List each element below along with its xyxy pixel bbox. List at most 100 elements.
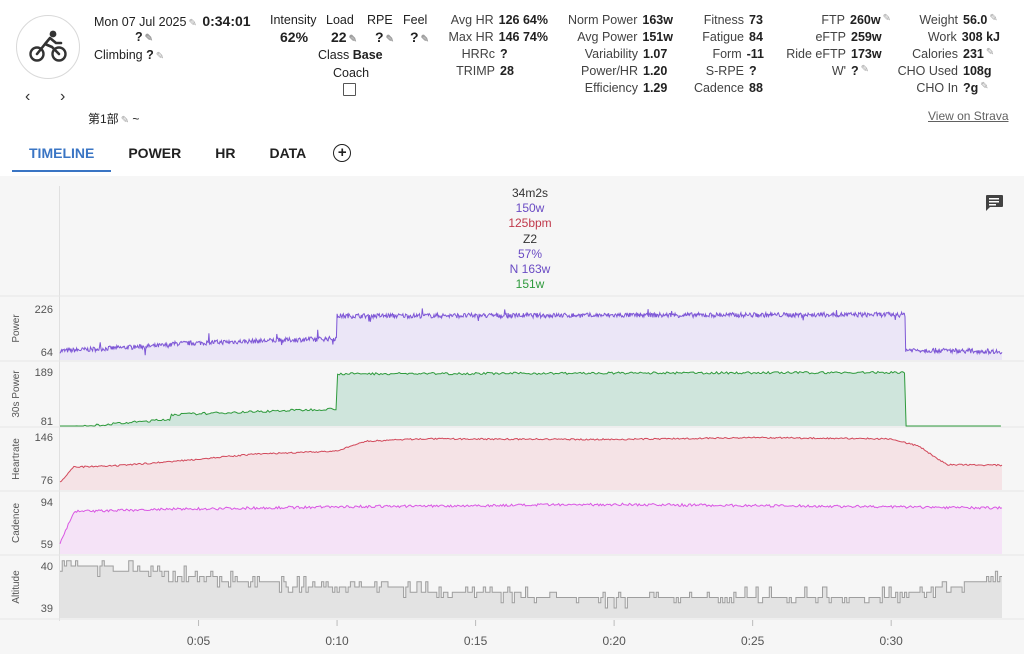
activity-duration: 0:34:01 (202, 13, 251, 29)
load-value[interactable]: 22 ✎ (331, 29, 357, 45)
climbing-label: Climbing (94, 48, 143, 62)
tab-timeline[interactable]: TIMELINE (12, 136, 112, 172)
stat-value: 56.0 (963, 13, 988, 27)
stat-value: ? (500, 47, 508, 61)
edit-name-pencil-icon[interactable]: ✎ (145, 33, 153, 44)
tab-power[interactable]: POWER (111, 136, 198, 170)
y-tick-label: 94 (41, 497, 53, 509)
stat-value: 260w (850, 13, 881, 27)
add-tab-plus-icon[interactable]: + (333, 144, 352, 162)
stat-row: Efficiency 1.29 (550, 81, 673, 95)
stat-value: 146 74% (498, 30, 548, 44)
edit-load-pencil-icon[interactable]: ✎ (349, 34, 357, 45)
next-activity-button[interactable]: › (60, 88, 65, 106)
stat-label: Power/HR (581, 64, 638, 78)
stat-label: S-RPE (705, 64, 744, 78)
stat-value: 173w (851, 47, 882, 61)
y-tick-label: 189 (35, 367, 53, 379)
stat-label: FTP (821, 13, 846, 27)
stat-row: Max HR 146 74% (420, 30, 548, 44)
stat-label: TRIMP (456, 64, 495, 78)
edit-climbing-pencil-icon[interactable]: ✎ (156, 51, 164, 62)
activity-tabs: TIMELINE POWER HR DATA + (12, 136, 352, 172)
activity-name[interactable]: ? ✎ (135, 30, 153, 44)
edit-pencil-icon[interactable]: ✎ (980, 81, 988, 95)
rpe-value[interactable]: ? ✎ (375, 29, 394, 45)
series-area-0 (60, 308, 1002, 360)
edit-date-pencil-icon[interactable]: ✎ (188, 18, 196, 29)
y-tick-label: 76 (41, 475, 53, 487)
y-axis-label: 30s Power (11, 370, 22, 418)
edit-pencil-icon[interactable]: ✎ (861, 64, 869, 78)
intensity-label: Intensity (270, 13, 317, 27)
stat-value: ? (749, 64, 757, 78)
stat-row: Fitness 73 (672, 13, 764, 27)
activity-date-row: Mon 07 Jul 2025 ✎ 0:34:01 (94, 13, 251, 29)
stat-row: Variability 1.07 (550, 47, 673, 61)
y-tick-label: 81 (41, 416, 53, 428)
stat-row: FTP 260w ✎ (764, 13, 891, 27)
y-tick-label: 226 (35, 304, 53, 316)
x-tick-label: 0:10 (325, 634, 349, 648)
stat-label: Max HR (448, 30, 494, 44)
series-area-1 (60, 371, 1002, 426)
stat-value: 259w (851, 30, 882, 44)
tab-data[interactable]: DATA (252, 136, 323, 170)
y-axis-label: Altitude (11, 570, 22, 604)
stat-row: CHO Used 108g (890, 64, 1000, 78)
stat-value: 88 (749, 81, 763, 95)
series-area-2 (60, 436, 1002, 490)
stat-row: W'? ✎ (764, 64, 891, 78)
stat-row: HRRc? (420, 47, 548, 61)
activity-date[interactable]: Mon 07 Jul 2025 (94, 15, 186, 29)
stat-label: Ride eFTP (786, 47, 846, 61)
stat-row: Norm Power 163w (550, 13, 673, 27)
stat-value: 1.07 (643, 47, 668, 61)
climbing-value[interactable]: ? (146, 48, 154, 62)
stat-value: ? (851, 64, 859, 78)
x-tick-label: 0:05 (187, 634, 211, 648)
stat-label: Fatigue (702, 30, 744, 44)
stat-value: 28 (500, 64, 514, 78)
edit-description-pencil-icon[interactable]: ✎ (121, 115, 129, 126)
stat-row: Power/HR 1.20 (550, 64, 673, 78)
x-tick-label: 0:15 (464, 634, 488, 648)
stat-row: S-RPE? (672, 64, 764, 78)
stat-row: TRIMP 28 (420, 64, 548, 78)
y-tick-label: 59 (41, 539, 53, 551)
stat-value: 73 (749, 13, 763, 27)
stat-value: 1.29 (643, 81, 668, 95)
stat-label: Weight (919, 13, 958, 27)
x-tick-label: 0:25 (741, 634, 765, 648)
stat-row: Calories 231 ✎ (890, 47, 1000, 61)
stat-label: eFTP (815, 30, 846, 44)
stat-value: 126 64% (498, 13, 548, 27)
stat-label: Form (712, 47, 742, 61)
coach-label: Coach (333, 66, 370, 80)
stat-label: Cadence (693, 81, 744, 95)
stat-row: Fatigue 84 (672, 30, 764, 44)
stat-label: Work (927, 30, 957, 44)
series-area-4 (60, 560, 1002, 618)
coach-checkbox[interactable] (343, 83, 356, 96)
activity-description[interactable]: 第1部 ✎ ~ (88, 110, 139, 127)
edit-pencil-icon[interactable]: ✎ (986, 47, 994, 61)
stat-value: -11 (746, 47, 764, 61)
tab-hr[interactable]: HR (198, 136, 252, 170)
stat-label: Avg Power (577, 30, 638, 44)
view-on-strava-link[interactable]: View on Strava (928, 109, 1009, 123)
stat-row: eFTP 259w (764, 30, 891, 44)
edit-pencil-icon[interactable]: ✎ (989, 13, 997, 27)
edit-rpe-pencil-icon[interactable]: ✎ (386, 34, 394, 45)
x-tick-label: 0:30 (879, 634, 903, 648)
stat-value: 308 kJ (961, 30, 1000, 44)
stat-label: Variability (584, 47, 638, 61)
stat-label: Efficiency (584, 81, 638, 95)
stat-label: W' (831, 64, 846, 78)
previous-activity-button[interactable]: ‹ (25, 88, 30, 106)
timeline-chart[interactable]: Power 226 64 30s Power 189 81 Heartrate 146 76 Ca… (0, 176, 1024, 654)
stat-value: 108g (963, 64, 992, 78)
class-row: Class Base (318, 48, 383, 62)
y-axis-label: Heartrate (11, 438, 22, 480)
y-tick-label: 40 (41, 561, 53, 573)
